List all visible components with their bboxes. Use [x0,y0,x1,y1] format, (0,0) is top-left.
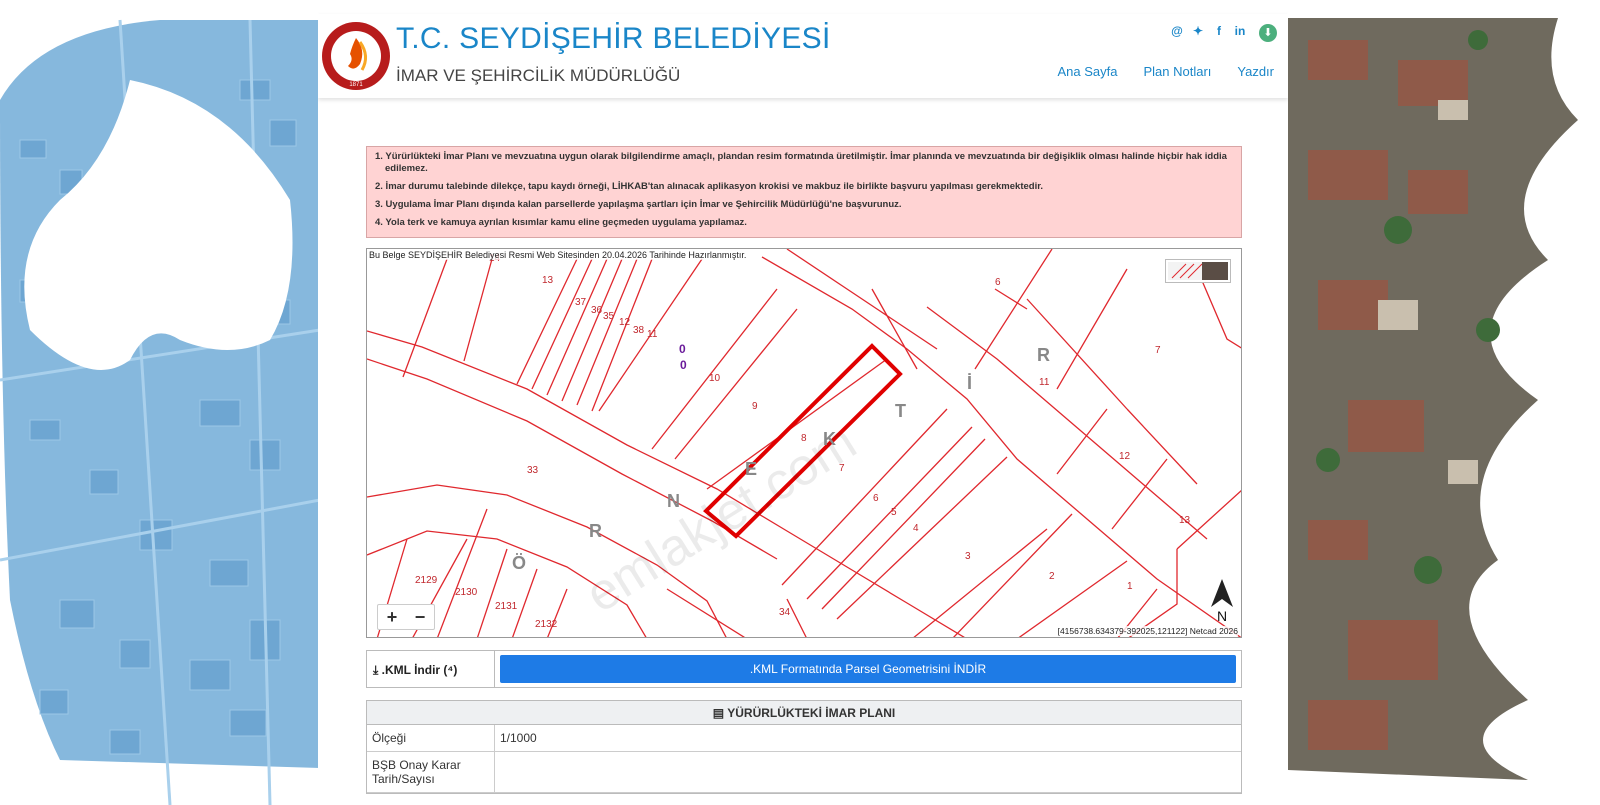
zoning-plan-heading: ▤ YÜRÜRLÜKTEKİ İMAR PLANI [367,701,1241,725]
parcel-number-label: 8 [801,433,807,444]
municipality-logo[interactable]: 1871 [320,20,392,92]
row-value: 1/1000 [500,731,537,745]
at-icon[interactable]: @ [1171,24,1183,38]
zoom-in-button[interactable]: + [378,605,406,629]
nav-plan-notes[interactable]: Plan Notları [1143,64,1211,79]
parcel-number-label: 7 [839,463,845,474]
parcel-number-label: 38 [633,325,645,336]
notice-item: 3. Uygulama İmar Planı dışında kalan par… [375,199,902,210]
top-nav: Ana Sayfa Plan Notları Yazdır [1057,64,1274,79]
zoning-plan-table: ▤ YÜRÜRLÜKTEKİ İMAR PLANI Ölçeği 1/1000 … [366,700,1242,794]
kml-download-label: ⤓ .KML İndir (⁴) [367,651,495,687]
parcel-number-label: 34 [779,607,791,618]
document-icon: ▤ [712,706,728,720]
kml-download-row: ⤓ .KML İndir (⁴) .KML Formatında Parsel … [366,650,1242,688]
parcel-number-label: 6 [995,277,1001,288]
parcel-number-label: 13 [542,275,554,286]
street-name-letter: T [895,401,906,421]
layers-icon [1168,262,1228,280]
svg-text:1871: 1871 [349,82,363,88]
parcel-number-label: 36 [591,305,603,316]
linkedin-icon[interactable]: in [1234,24,1246,38]
row-key: BŞB Onay Karar Tarih/Sayısı [367,752,495,792]
parcel-number-label: 2 [1049,571,1055,582]
zoom-out-button[interactable]: − [406,605,434,629]
parcel-number-label: 4 [913,523,919,534]
table-row: Ölçeği 1/1000 [367,725,1241,752]
parcel-number-label: 33 [527,465,539,476]
row-value [495,752,1241,792]
north-label: N [1217,608,1227,623]
parcel-number-label: 2129 [415,575,438,586]
table-row: BŞB Onay Karar Tarih/Sayısı [367,752,1241,793]
parcel-number-label: 11 [647,329,658,340]
nav-print[interactable]: Yazdır [1237,64,1274,79]
street-name-letter: K [823,429,836,449]
download-icon: ⤓ [373,663,382,677]
parcel-number-label: 10 [709,373,721,384]
notice-item: 4. Yola terk ve kamuya ayrılan kısımlar … [375,217,747,228]
parcel-number-label: 0 [679,342,686,356]
map-coordinates: [4156738.634379-392025,121122] Netcad 20… [1057,626,1238,636]
social-links: @ ✦ f in [1171,24,1246,38]
street-name-letter: R [589,521,602,541]
layer-switcher-button[interactable] [1165,259,1231,283]
parcel-map-canvas[interactable]: emlakjet.com 141337363512381100109876543… [367,249,1242,638]
parcel-map[interactable]: Bu Belge SEYDİŞEHİR Belediyesi Resmi Web… [366,248,1242,638]
parcel-number-label: 9 [752,401,758,412]
notice-box: 1. Yürürlükteki İmar Planı ve mevzuatına… [366,146,1242,238]
parcel-number-label: 13 [1179,515,1191,526]
twitter-icon[interactable]: ✦ [1192,24,1204,38]
parcel-number-label: 3 [965,551,971,562]
screenshot-stage: YouTube · Google d... Gelen Kutusu ... .… [0,0,1600,805]
site-header: 1871 T.C. SEYDİŞEHİR BELEDİYESİ İMAR VE … [318,14,1288,98]
map-caption: Bu Belge SEYDİŞEHİR Belediyesi Resmi Web… [369,250,747,260]
parcel-number-label: 1 [1127,581,1133,592]
street-name-letter: E [745,459,757,479]
notice-item: 1. Yürürlükteki İmar Planı ve mevzuatına… [375,151,1227,174]
parcel-number-label: 12 [619,317,631,328]
parcel-number-label: 37 [575,297,587,308]
nav-home[interactable]: Ana Sayfa [1057,64,1117,79]
parcel-number-label: 5 [891,507,897,518]
street-name-letter: N [667,491,680,511]
parcel-number-label: 12 [1119,451,1131,462]
street-name-letter: Ö [512,553,526,573]
parcel-number-label: 0 [680,358,687,372]
row-key: Ölçeği [367,725,495,751]
street-name-letter: İ [967,373,972,393]
download-icon[interactable]: ⬇ [1259,24,1277,42]
parcel-number-label: 2131 [495,601,518,612]
north-arrow-icon: N [1211,579,1233,623]
left-city-map-background [0,0,320,805]
zoom-control: + − [377,604,435,630]
site-title: T.C. SEYDİŞEHİR BELEDİYESİ [396,22,831,55]
street-name-letter: R [1037,345,1050,365]
parcel-number-label: 7 [1155,345,1161,356]
site-subtitle: İMAR VE ŞEHİRCİLİK MÜDÜRLÜĞÜ [396,66,681,85]
parcel-number-label: 11 [1039,377,1050,388]
notice-item: 2. İmar durumu talebinde dilekçe, tapu k… [375,181,1044,192]
facebook-icon[interactable]: f [1213,24,1225,38]
parcel-number-label: 35 [603,311,615,322]
right-aerial-photo-background [1288,0,1600,805]
parcel-number-label: 6 [873,493,879,504]
parcel-number-label: 2130 [455,587,478,598]
parcel-number-label: 2132 [535,619,558,630]
page-content: 1871 T.C. SEYDİŞEHİR BELEDİYESİ İMAR VE … [318,0,1288,805]
kml-download-button[interactable]: .KML Formatında Parsel Geometrisini İNDİ… [500,655,1236,683]
